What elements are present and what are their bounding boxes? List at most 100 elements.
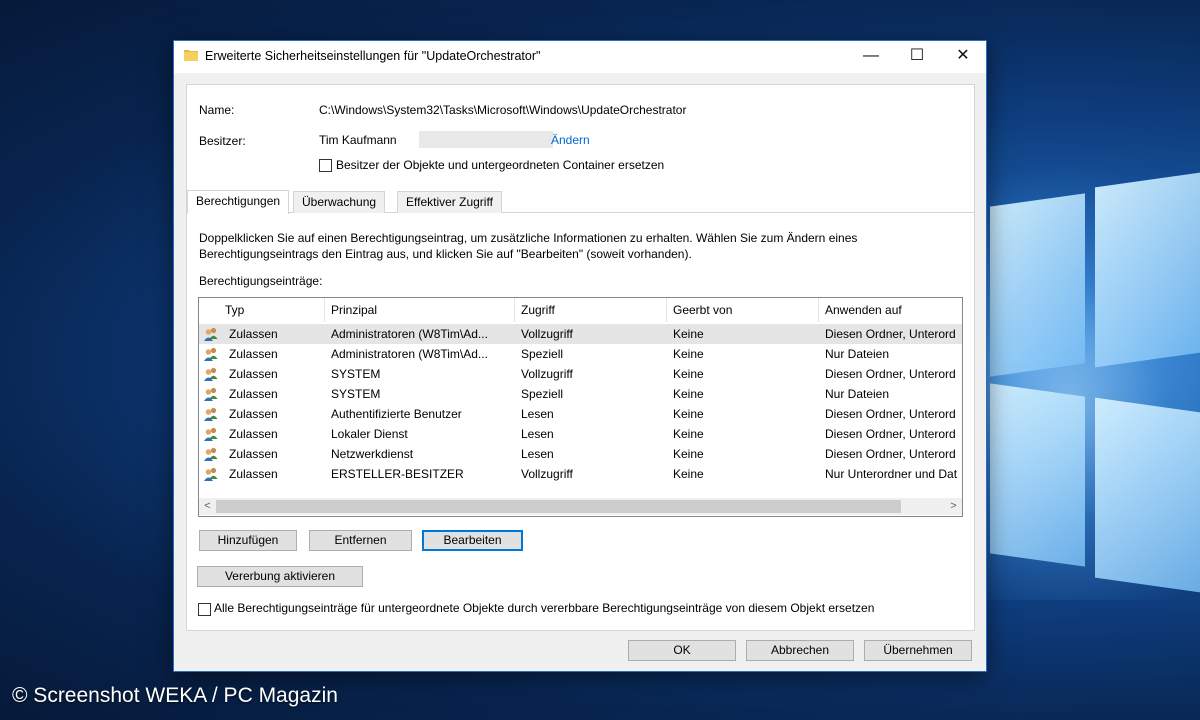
- row-applies-to: Diesen Ordner, Unterord: [825, 407, 956, 421]
- row-applies-to: Diesen Ordner, Unterord: [825, 327, 956, 341]
- owner-value: Tim Kaufmann: [319, 133, 397, 147]
- replace-child-permissions-label: Alle Berechtigungseinträge für untergeor…: [214, 601, 875, 615]
- row-type: Zulassen: [229, 367, 278, 381]
- apply-button[interactable]: Übernehmen: [864, 640, 972, 661]
- row-principal: Authentifizierte Benutzer: [331, 407, 462, 421]
- folder-icon: [184, 50, 198, 61]
- row-inherited-from: Keine: [673, 447, 704, 461]
- row-type: Zulassen: [229, 347, 278, 361]
- permission-entries-list[interactable]: Typ Prinzipal Zugriff Geerbt von Anwende…: [198, 297, 963, 517]
- replace-owner-checkbox[interactable]: [319, 159, 332, 172]
- dialog-content: Name: C:\Windows\System32\Tasks\Microsof…: [186, 84, 975, 631]
- row-access: Vollzugriff: [521, 367, 573, 381]
- tab-permissions[interactable]: Berechtigungen: [187, 190, 290, 214]
- add-button[interactable]: Hinzufügen: [199, 530, 297, 551]
- redacted-field: [419, 131, 553, 148]
- users-icon: [204, 387, 218, 401]
- row-applies-to: Nur Dateien: [825, 387, 890, 401]
- row-principal: Administratoren (W8Tim\Ad...: [331, 347, 488, 361]
- windows-logo: [990, 172, 1200, 600]
- row-access: Vollzugriff: [521, 467, 573, 481]
- permission-row[interactable]: Zulassen Authentifizierte Benutzer Lesen Ke…: [199, 404, 962, 424]
- replace-owner-label: Besitzer der Objekte und untergeordneten…: [336, 158, 665, 172]
- row-inherited-from: Keine: [673, 387, 704, 401]
- column-header-inherited-from[interactable]: Geerbt von: [667, 298, 819, 322]
- users-icon: [204, 327, 218, 341]
- permission-entries-label: Berechtigungseinträge:: [199, 274, 323, 288]
- enable-inheritance-button[interactable]: Vererbung aktivieren: [197, 566, 363, 587]
- scrollbar-thumb[interactable]: [216, 500, 901, 513]
- title-bar[interactable]: Erweiterte Sicherheitseinstellungen für …: [174, 41, 986, 73]
- permission-row[interactable]: Zulassen ERSTELLER-BESITZER Vollzugriff Kei…: [199, 464, 962, 484]
- row-principal: Administratoren (W8Tim\Ad...: [331, 327, 488, 341]
- row-inherited-from: Keine: [673, 347, 704, 361]
- row-type: Zulassen: [229, 427, 278, 441]
- column-header-principal[interactable]: Prinzipal: [325, 298, 515, 322]
- row-principal: SYSTEM: [331, 367, 381, 381]
- row-principal: Netzwerkdienst: [331, 447, 414, 461]
- watermark-credit: © Screenshot WEKA / PC Magazin: [12, 684, 338, 707]
- description-line-1: Doppelklicken Sie auf einen Berechtigung…: [199, 231, 858, 245]
- row-applies-to: Diesen Ordner, Unterord: [825, 447, 956, 461]
- name-value: C:\Windows\System32\Tasks\Microsoft\Wind…: [319, 103, 687, 117]
- maximize-button[interactable]: ☐: [894, 41, 940, 73]
- row-principal: Lokaler Dienst: [331, 427, 408, 441]
- remove-button[interactable]: Entfernen: [309, 530, 412, 551]
- row-principal: ERSTELLER-BESITZER: [331, 467, 464, 481]
- users-icon: [204, 427, 218, 441]
- permission-row[interactable]: Zulassen Administratoren (W8Tim\Ad... Spez…: [199, 344, 962, 364]
- row-access: Speziell: [521, 347, 564, 361]
- advanced-security-dialog: Erweiterte Sicherheitseinstellungen für …: [173, 40, 987, 672]
- permission-row[interactable]: Zulassen SYSTEM Speziell Keine Nur Dateien: [199, 384, 962, 404]
- scroll-left-arrow[interactable]: <: [199, 498, 216, 515]
- users-icon: [204, 367, 218, 381]
- minimize-button[interactable]: —: [848, 41, 894, 73]
- tab-effective-access[interactable]: Effektiver Zugriff: [397, 191, 502, 213]
- column-header-applies-to[interactable]: Anwenden auf: [819, 298, 962, 322]
- row-type: Zulassen: [229, 387, 278, 401]
- cancel-button[interactable]: Abbrechen: [746, 640, 854, 661]
- row-type: Zulassen: [229, 447, 278, 461]
- row-inherited-from: Keine: [673, 407, 704, 421]
- row-access: Lesen: [521, 427, 554, 441]
- permission-row[interactable]: Zulassen Netzwerkdienst Lesen Keine Diesen O…: [199, 444, 962, 464]
- change-owner-link[interactable]: Ändern: [551, 133, 590, 147]
- permission-row[interactable]: Zulassen SYSTEM Vollzugriff Keine Diesen Ord…: [199, 364, 962, 384]
- window-title: Erweiterte Sicherheitseinstellungen für …: [205, 49, 541, 63]
- ok-button[interactable]: OK: [628, 640, 736, 661]
- scroll-right-arrow[interactable]: >: [945, 498, 962, 515]
- row-access: Speziell: [521, 387, 564, 401]
- users-icon: [204, 407, 218, 421]
- column-header-type[interactable]: Typ: [219, 298, 325, 322]
- row-access: Lesen: [521, 447, 554, 461]
- owner-label: Besitzer:: [199, 134, 246, 148]
- row-applies-to: Nur Unterordner und Dat: [825, 467, 958, 481]
- horizontal-scrollbar[interactable]: < >: [199, 498, 962, 515]
- replace-child-permissions-checkbox[interactable]: [198, 603, 211, 616]
- permission-row[interactable]: Zulassen Administratoren (W8Tim\Ad... Voll…: [199, 324, 962, 344]
- row-principal: SYSTEM: [331, 387, 381, 401]
- edit-button[interactable]: Bearbeiten: [422, 530, 523, 551]
- row-applies-to: Diesen Ordner, Unterord: [825, 367, 956, 381]
- row-applies-to: Nur Dateien: [825, 347, 890, 361]
- permission-row[interactable]: Zulassen Lokaler Dienst Lesen Keine Diesen O…: [199, 424, 962, 444]
- row-inherited-from: Keine: [673, 327, 704, 341]
- row-inherited-from: Keine: [673, 427, 704, 441]
- row-access: Vollzugriff: [521, 327, 573, 341]
- row-applies-to: Diesen Ordner, Unterord: [825, 427, 956, 441]
- row-access: Lesen: [521, 407, 554, 421]
- row-type: Zulassen: [229, 407, 278, 421]
- close-button[interactable]: ✕: [940, 41, 986, 73]
- users-icon: [204, 467, 218, 481]
- description-line-2: Berechtigungseintrags den Eintrag aus, u…: [199, 247, 692, 261]
- row-inherited-from: Keine: [673, 467, 704, 481]
- name-label: Name:: [199, 103, 235, 117]
- row-type: Zulassen: [229, 327, 278, 341]
- users-icon: [204, 347, 218, 361]
- users-icon: [204, 447, 218, 461]
- row-inherited-from: Keine: [673, 367, 704, 381]
- row-type: Zulassen: [229, 467, 278, 481]
- column-header-access[interactable]: Zugriff: [515, 298, 667, 322]
- list-header: Typ Prinzipal Zugriff Geerbt von Anwende…: [199, 298, 962, 322]
- tab-auditing[interactable]: Überwachung: [293, 191, 386, 213]
